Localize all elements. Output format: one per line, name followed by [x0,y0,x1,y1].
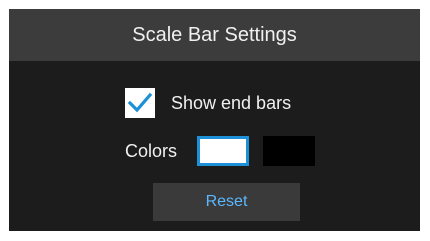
scale-bar-settings-dialog: Scale Bar Settings Show end bars Colors … [9,9,420,231]
dialog-header: Scale Bar Settings [9,9,420,61]
show-end-bars-label[interactable]: Show end bars [171,93,291,114]
show-end-bars-checkbox[interactable] [125,88,155,118]
reset-button[interactable]: Reset [153,183,300,221]
dialog-title: Scale Bar Settings [132,23,297,46]
show-end-bars-row: Show end bars [125,88,291,118]
colors-row: Colors [125,136,316,166]
colors-label: Colors [125,140,178,161]
black-color-swatch[interactable] [263,136,316,166]
white-color-swatch[interactable] [197,136,250,166]
checkmark-icon [127,92,153,113]
